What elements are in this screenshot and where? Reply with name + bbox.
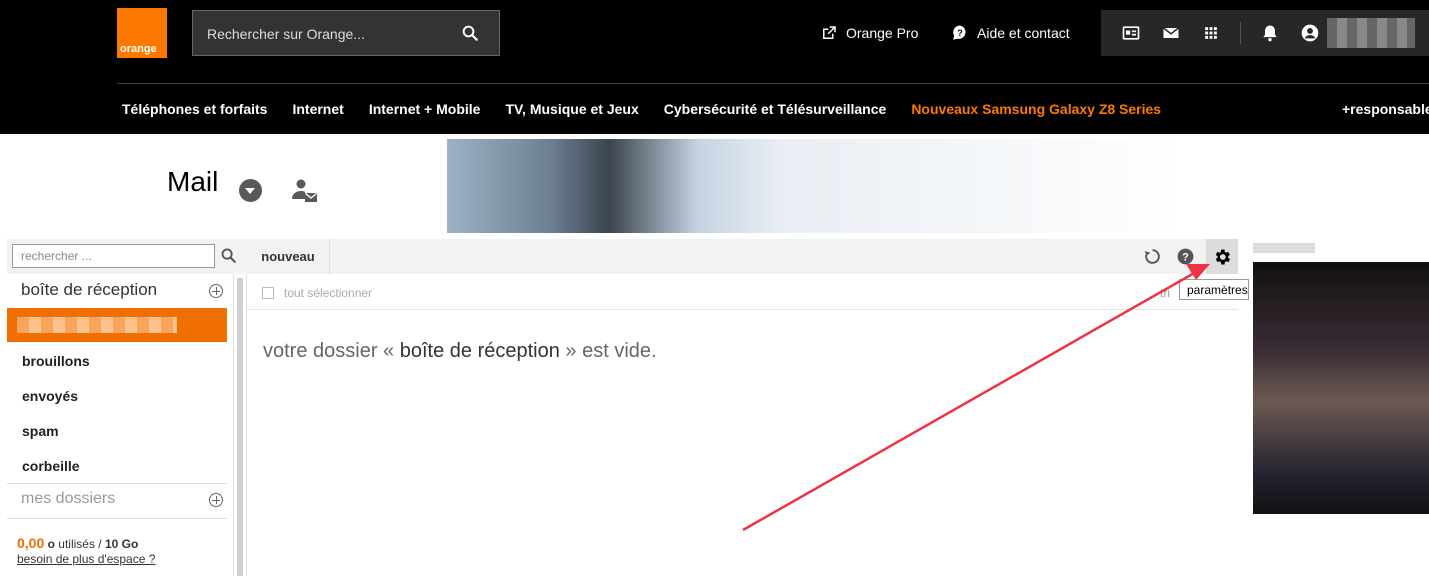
contacts-icon[interactable] <box>290 177 318 205</box>
folder-sidebar: boîte de réception brouillons envoyés sp… <box>7 274 233 576</box>
top-bar: orange Orange Pro ? Aide et contact Télé… <box>0 0 1429 134</box>
mail-search-input[interactable] <box>12 244 215 268</box>
nav-divider <box>117 83 1429 84</box>
refresh-icon[interactable] <box>1143 247 1162 266</box>
orange-logo[interactable]: orange <box>117 8 167 58</box>
nav-item-responsable[interactable]: +responsable <box>1342 101 1429 117</box>
side-ad-label <box>1253 243 1315 253</box>
help-icon[interactable]: ? <box>1176 247 1195 266</box>
site-search <box>192 10 500 56</box>
external-link-icon <box>823 26 836 39</box>
empty-suffix: » est vide. <box>565 340 657 362</box>
sidebar-divider <box>7 483 227 484</box>
main-nav: Téléphones et forfaits Internet Internet… <box>122 101 1186 117</box>
nav-item-cybersecurity[interactable]: Cybersécurité et Télésurveillance <box>664 101 887 117</box>
mail-search <box>7 239 247 274</box>
folder-inbox-label: boîte de réception <box>21 280 158 299</box>
orange-pro-label: Orange Pro <box>846 25 919 41</box>
storage-unit: o <box>47 537 55 551</box>
folder-selected-account[interactable] <box>7 308 227 342</box>
storage-usage: 0,00 o utilisés / 10 Go <box>17 535 138 551</box>
bell-icon[interactable] <box>1260 23 1280 43</box>
portal-icon[interactable] <box>1121 23 1141 43</box>
select-all-label: tout sélectionner <box>284 286 373 300</box>
select-all-checkbox[interactable] <box>262 287 274 299</box>
svg-text:?: ? <box>957 28 963 38</box>
storage-total: 10 Go <box>104 537 139 551</box>
help-contact-label: Aide et contact <box>977 25 1070 41</box>
account-name-blurred <box>17 317 177 333</box>
user-avatar-icon[interactable] <box>1300 23 1320 43</box>
nav-item-internet-mobile[interactable]: Internet + Mobile <box>369 101 481 117</box>
search-icon[interactable] <box>220 247 237 264</box>
svg-text:?: ? <box>1182 251 1189 263</box>
storage-used-value: 0,00 <box>17 535 45 551</box>
help-contact-link[interactable]: ? Aide et contact <box>951 24 1070 42</box>
mail-icon[interactable] <box>1161 23 1181 43</box>
gear-icon <box>1215 249 1230 265</box>
apps-grid-icon[interactable] <box>1201 23 1221 43</box>
more-space-link[interactable]: besoin de plus d'espace ? <box>17 552 155 566</box>
site-search-input[interactable] <box>207 23 457 45</box>
storage-used-label: utilisés / <box>58 537 102 551</box>
user-zone-divider <box>1240 22 1241 44</box>
folder-drafts[interactable]: brouillons <box>22 353 90 369</box>
nav-item-samsung-promo[interactable]: Nouveaux Samsung Galaxy Z8 Series <box>911 101 1161 117</box>
empty-prefix: votre dossier « <box>263 340 395 362</box>
message-list: tout sélectionner votre dossier « boîte … <box>247 274 1238 576</box>
nav-item-tv-music-games[interactable]: TV, Musique et Jeux <box>505 101 638 117</box>
mail-toolbar: nouveau ? <box>247 239 1238 274</box>
folder-spam[interactable]: spam <box>22 423 59 439</box>
folder-sent[interactable]: envoyés <box>22 388 78 404</box>
sort-label-partial: tri <box>1160 286 1170 300</box>
sidebar-scrollbar[interactable] <box>233 274 247 576</box>
user-zone <box>1101 10 1429 56</box>
search-icon[interactable] <box>461 24 479 42</box>
list-divider <box>247 309 1238 310</box>
user-name-blurred[interactable] <box>1327 18 1415 48</box>
logo-text: orange <box>120 43 157 55</box>
add-my-folder-icon[interactable] <box>209 493 223 507</box>
side-ad[interactable] <box>1253 262 1429 514</box>
new-message-button[interactable]: nouveau <box>247 239 330 274</box>
help-bubble-icon: ? <box>953 25 966 40</box>
add-folder-icon[interactable] <box>209 284 223 298</box>
folder-trash[interactable]: corbeille <box>22 458 80 474</box>
orange-pro-link[interactable]: Orange Pro <box>820 24 918 42</box>
empty-folder-message: votre dossier « boîte de réception » est… <box>263 340 657 363</box>
folder-inbox[interactable]: boîte de réception <box>7 274 233 307</box>
mail-dropdown-button[interactable] <box>239 179 262 202</box>
nav-item-phones[interactable]: Téléphones et forfaits <box>122 101 267 117</box>
ad-banner[interactable] <box>447 139 1185 233</box>
empty-folder-name: boîte de réception <box>399 340 560 362</box>
scrollbar-thumb[interactable] <box>237 278 243 576</box>
settings-tooltip: paramètres <box>1179 279 1249 300</box>
page-title: Mail <box>167 166 219 197</box>
sidebar-divider <box>7 518 227 519</box>
my-folders-label[interactable]: mes dossiers <box>21 490 115 508</box>
settings-button[interactable] <box>1206 239 1238 274</box>
nav-item-internet[interactable]: Internet <box>292 101 343 117</box>
select-all[interactable]: tout sélectionner <box>262 286 372 300</box>
